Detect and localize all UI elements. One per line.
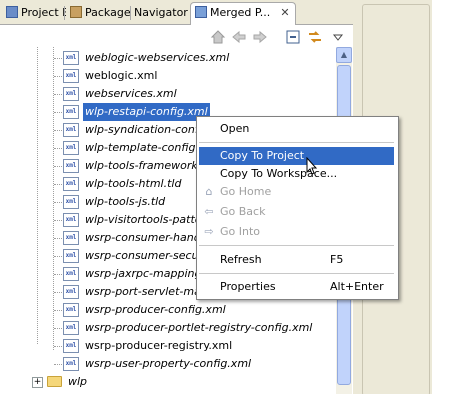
tab-navigator[interactable]: Navigator [131,3,190,23]
context-menu: Open Copy To Project Copy To Workspace..… [196,116,399,300]
tree-folder-wlp[interactable]: + wlp [0,373,335,391]
view-menu-icon[interactable] [330,29,346,45]
tab-merged-projects[interactable]: Merged P... ✕ [190,2,296,25]
package-explorer-icon [70,6,82,18]
xml-file-icon: xml [63,303,79,317]
xml-file-icon: xml [63,141,79,155]
torn-edge-right [432,0,450,411]
xml-file-icon: xml [63,87,79,101]
menu-item-go-back[interactable]: ⇦ Go Back [199,203,394,221]
xml-file-icon: xml [63,195,79,209]
scroll-up-icon[interactable]: ▲ [336,47,352,63]
tree-file-item[interactable]: xml webservices.xml [0,85,335,103]
xml-file-icon: xml [63,213,79,227]
view-toolbar [0,25,352,47]
tab-package-explorer[interactable]: Package ... [66,3,132,23]
xml-file-icon: xml [63,51,79,65]
xml-file-icon: xml [63,105,79,119]
menu-item-go-into[interactable]: ⇨ Go Into [199,223,394,241]
xml-file-icon: xml [63,321,79,335]
forward-arrow-icon: ⇨ [204,225,214,238]
folder-icon [47,376,62,387]
merged-projects-icon [195,6,207,18]
xml-file-icon: xml [63,159,79,173]
back-arrow-icon: ⇦ [204,205,214,218]
xml-file-icon: xml [63,285,79,299]
mouse-cursor-icon [306,157,318,175]
menu-item-refresh[interactable]: Refresh F5 [199,251,394,269]
project-explorer-icon [6,6,18,18]
xml-file-icon: xml [63,123,79,137]
view-tab-bar: Project E... Package ... Navigator Merge… [0,0,354,25]
forward-arrow-icon[interactable] [252,29,268,45]
menu-item-copy-to-project[interactable]: Copy To Project [199,147,394,165]
xml-file-icon: xml [63,339,79,353]
tree-file-item[interactable]: xml weblogic.xml [0,67,335,85]
xml-file-icon: xml [63,69,79,83]
tree-file-item[interactable]: xml wsrp-user-property-config.xml [0,355,335,373]
menu-item-properties[interactable]: Properties Alt+Enter [199,278,394,296]
tab-project-explorer[interactable]: Project E... [2,3,66,23]
menu-item-open[interactable]: Open [199,120,394,138]
close-icon[interactable]: ✕ [279,7,291,19]
xml-file-icon: xml [63,249,79,263]
tree-file-item[interactable]: xml wsrp-producer-config.xml [0,301,335,319]
xml-file-icon: xml [63,177,79,191]
menu-item-go-home[interactable]: ⌂ Go Home [199,183,394,201]
torn-edge-bottom [0,394,450,411]
tree-file-item[interactable]: xml weblogic-webservices.xml [0,49,335,67]
expand-icon[interactable]: + [32,377,43,388]
menu-item-copy-to-workspace[interactable]: Copy To Workspace... [199,165,394,183]
xml-file-icon: xml [63,357,79,371]
tree-file-item[interactable]: xml wsrp-producer-portlet-registry-confi… [0,319,335,337]
link-with-editor-icon[interactable] [307,29,323,45]
collapse-all-icon[interactable] [285,29,301,45]
xml-file-icon: xml [63,231,79,245]
home-icon[interactable] [210,29,226,45]
back-arrow-icon[interactable] [231,29,247,45]
xml-file-icon: xml [63,267,79,281]
tree-file-item[interactable]: xml wsrp-producer-registry.xml [0,337,335,355]
home-icon: ⌂ [205,185,213,198]
